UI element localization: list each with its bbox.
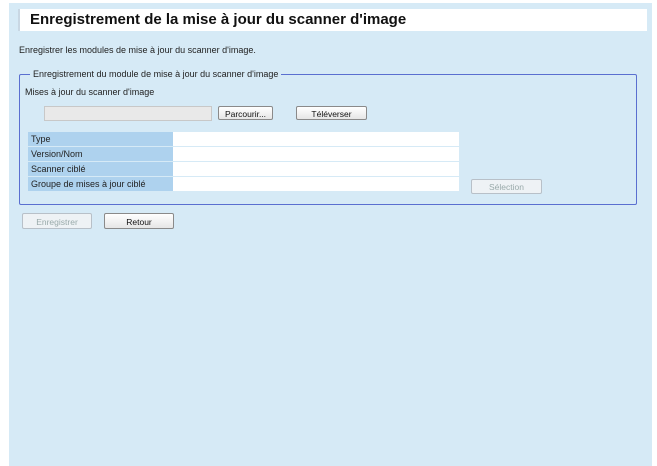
back-button[interactable]: Retour bbox=[104, 213, 174, 229]
table-row: Scanner ciblé bbox=[28, 161, 459, 177]
target-scanner-value bbox=[173, 161, 459, 177]
intro-text: Enregistrer les modules de mise à jour d… bbox=[19, 45, 256, 55]
title-bar: Enregistrement de la mise à jour du scan… bbox=[18, 9, 647, 31]
type-value bbox=[173, 132, 459, 147]
target-group-value bbox=[173, 176, 459, 192]
table-row: Groupe de mises à jour ciblé bbox=[28, 176, 459, 192]
version-name-value bbox=[173, 146, 459, 162]
fieldset-legend: Enregistrement du module de mise à jour … bbox=[30, 69, 282, 79]
file-label: Mises à jour du scanner d'image bbox=[25, 87, 155, 97]
update-module-fieldset: Enregistrement du module de mise à jour … bbox=[19, 69, 637, 205]
module-info-table: Type Version/Nom Scanner ciblé Groupe de… bbox=[28, 132, 459, 192]
table-row: Type bbox=[28, 132, 459, 147]
upload-button[interactable]: Téléverser bbox=[296, 106, 367, 120]
version-name-label: Version/Nom bbox=[28, 146, 173, 162]
register-button[interactable]: Enregistrer bbox=[22, 213, 92, 229]
target-scanner-label: Scanner ciblé bbox=[28, 161, 173, 177]
file-path-input[interactable] bbox=[44, 106, 212, 121]
main-panel: Enregistrement de la mise à jour du scan… bbox=[9, 3, 652, 466]
page-title: Enregistrement de la mise à jour du scan… bbox=[30, 11, 407, 28]
table-row: Version/Nom bbox=[28, 146, 459, 162]
type-label: Type bbox=[28, 132, 173, 147]
target-group-label: Groupe de mises à jour ciblé bbox=[28, 176, 173, 192]
browse-button[interactable]: Parcourir... bbox=[218, 106, 273, 120]
select-button[interactable]: Sélection bbox=[471, 179, 542, 194]
